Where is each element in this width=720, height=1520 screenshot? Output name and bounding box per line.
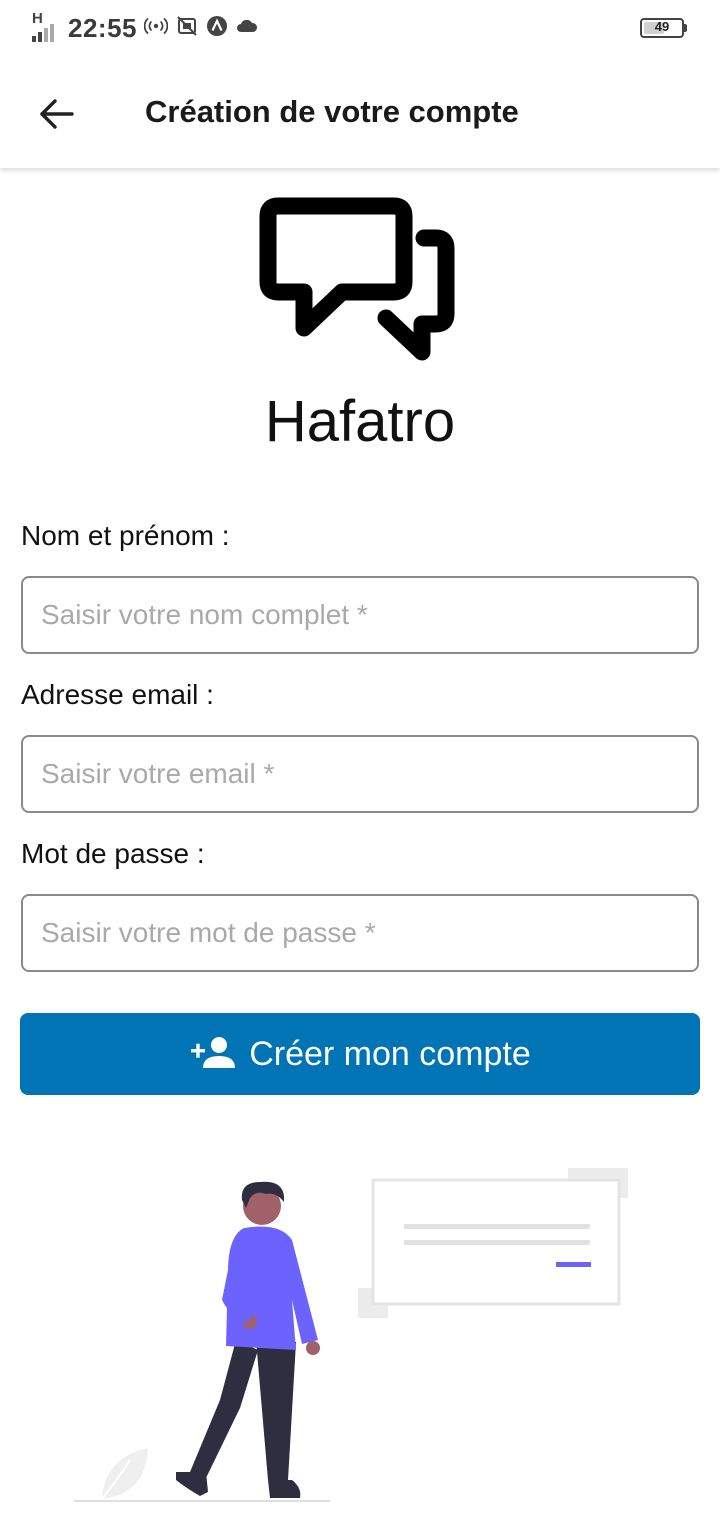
signup-screen: H 22:55 49 Création de votre compte Hafa… [0,0,720,1520]
battery-level: 49 [654,19,670,34]
back-button[interactable] [28,88,84,138]
status-bar: H 22:55 49 [0,0,720,58]
screenshot-icon [176,15,198,42]
create-account-label: Créer mon compte [249,1034,531,1073]
person-with-message-card-illustration [60,1150,660,1520]
network-type-label: H [32,10,43,27]
create-account-button[interactable]: Créer mon compte [20,1013,700,1095]
status-icons [143,15,258,42]
email-label: Adresse email : [21,679,214,710]
fullname-label: Nom et prénom : [21,520,230,551]
page-title: Création de votre compte [145,94,519,129]
password-label: Mot de passe : [21,838,205,869]
email-input[interactable] [21,735,699,813]
hotspot-icon [143,16,169,41]
signal-strength-icon: H [30,10,64,42]
person-add-icon [189,1036,237,1073]
app-a-icon [206,15,228,42]
battery-icon: 49 [640,18,687,38]
arrow-left-icon [38,98,74,135]
status-time: 22:55 [68,13,137,43]
app-bar: Création de votre compte [0,58,720,168]
cloud-icon [236,18,258,39]
password-input[interactable] [21,894,699,972]
app-name: Hafatro [264,389,456,454]
fullname-input[interactable] [21,576,699,654]
chat-bubbles-icon [258,194,462,372]
